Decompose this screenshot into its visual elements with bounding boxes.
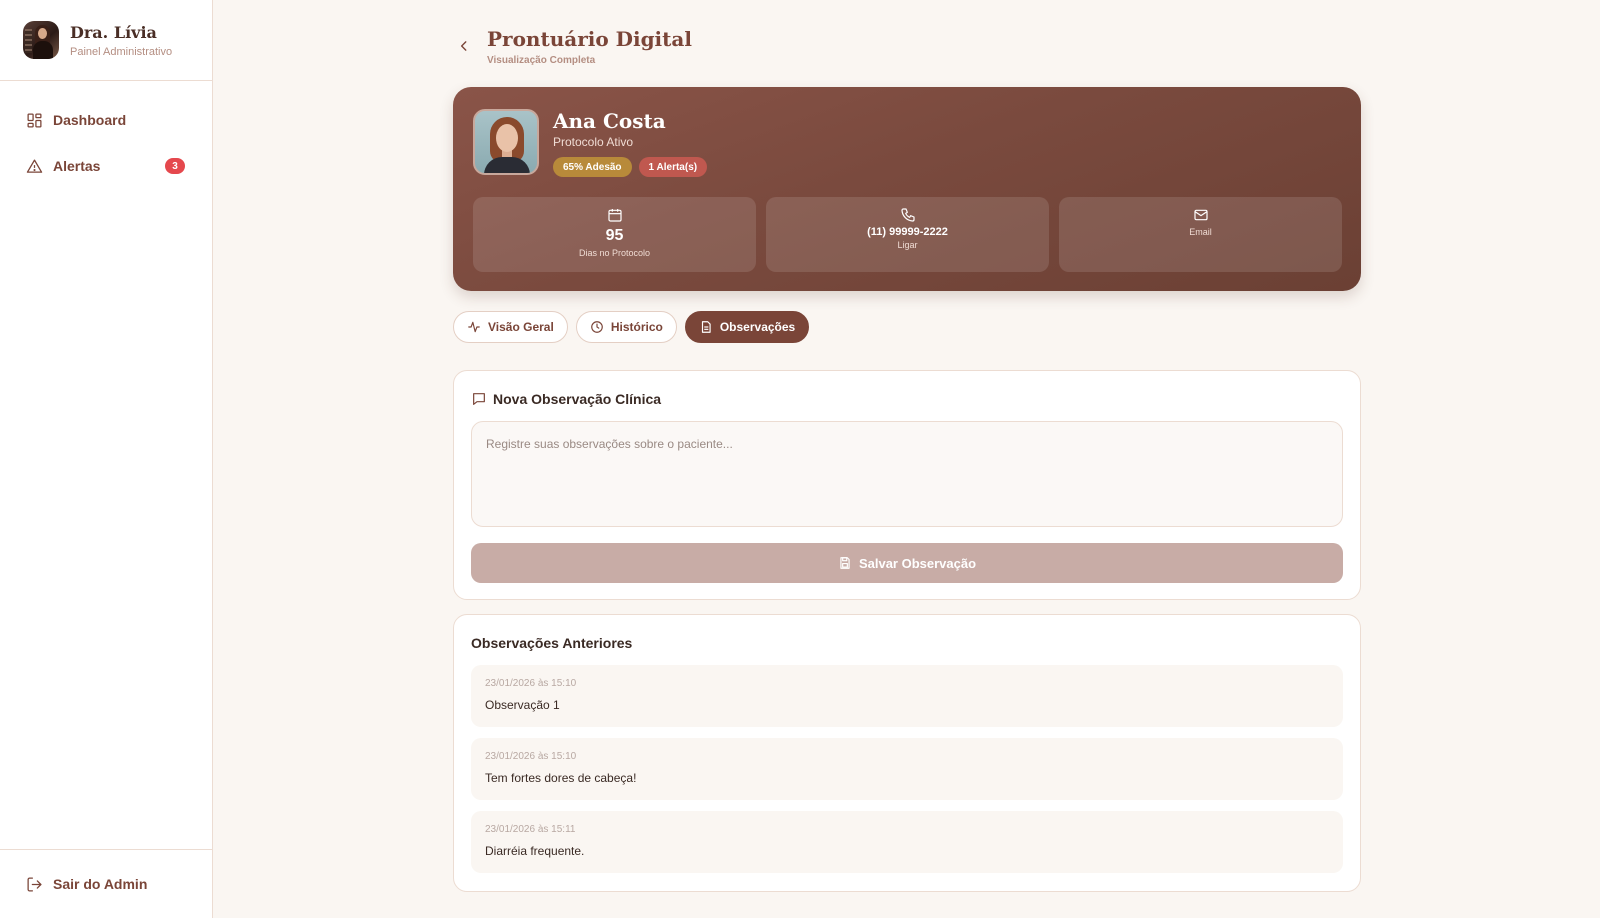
tab-observacoes[interactable]: Observações xyxy=(684,311,810,343)
note-text: Tem fortes dores de cabeça! xyxy=(485,771,637,785)
sidebar-item-label: Alertas xyxy=(53,158,101,174)
new-note-header: Nova Observação Clínica xyxy=(471,391,661,407)
email-button[interactable]: Email xyxy=(1059,197,1342,272)
logout-icon xyxy=(26,876,43,893)
note-text: Diarréia frequente. xyxy=(485,844,585,858)
list-item: 23/01/2026 às 15:10 Tem fortes dores de … xyxy=(471,738,1343,800)
list-item: 23/01/2026 às 15:10 Observação 1 xyxy=(471,665,1343,727)
chevron-left-icon xyxy=(457,39,471,58)
days-value: 95 xyxy=(605,227,624,244)
calendar-icon xyxy=(607,207,623,223)
patient-photo xyxy=(473,109,539,175)
sidebar-item-alertas[interactable]: Alertas 3 xyxy=(0,151,212,181)
mail-icon xyxy=(1193,207,1209,223)
message-icon xyxy=(471,391,487,407)
call-label: Ligar xyxy=(897,240,918,250)
page-header: Prontuário Digital Visualização Completa xyxy=(453,27,1361,72)
page-subtitle: Visualização Completa xyxy=(487,55,596,66)
tab-label: Observações xyxy=(719,320,796,334)
sidebar-item-label: Dashboard xyxy=(53,112,127,128)
tab-historico[interactable]: Histórico xyxy=(575,311,677,343)
avatar xyxy=(23,21,59,59)
save-icon xyxy=(838,556,852,570)
tab-label: Histórico xyxy=(610,320,663,334)
logout-label: Sair do Admin xyxy=(53,876,148,892)
patient-name: Ana Costa xyxy=(553,109,666,133)
note-date: 23/01/2026 às 15:10 xyxy=(485,678,577,689)
save-label: Salvar Observação xyxy=(858,555,977,571)
alerts-badge: 1 Alerta(s) xyxy=(638,157,708,177)
new-note-title: Nova Observação Clínica xyxy=(493,391,662,407)
list-item: 23/01/2026 às 15:11 Diarréia frequente. xyxy=(471,811,1343,873)
call-button[interactable]: (11) 99999-2222 Ligar xyxy=(766,197,1049,272)
previous-notes-card: Observações Anteriores 23/01/2026 às 15:… xyxy=(453,614,1361,892)
sidebar-header: Dra. Lívia Painel Administrativo xyxy=(0,0,212,81)
patient-status: Protocolo Ativo xyxy=(553,135,634,149)
clock-icon xyxy=(590,320,604,334)
sidebar-item-dashboard[interactable]: Dashboard xyxy=(0,105,212,135)
alert-triangle-icon xyxy=(26,158,43,175)
tab-visao-geral[interactable]: Visão Geral xyxy=(453,311,568,343)
sidebar-nav: Dashboard Alertas 3 xyxy=(0,81,212,181)
activity-icon xyxy=(467,320,481,334)
days-label: Dias no Protocolo xyxy=(578,248,651,258)
document-icon xyxy=(699,320,713,334)
phone-icon xyxy=(900,207,916,223)
patient-phone: (11) 99999-2222 xyxy=(867,226,948,238)
previous-notes-title: Observações Anteriores xyxy=(471,635,633,651)
patient-card: Ana Costa Protocolo Ativo 65% Adesão 1 A… xyxy=(453,87,1361,291)
sidebar-title: Dra. Lívia xyxy=(70,22,157,42)
note-date: 23/01/2026 às 15:11 xyxy=(485,824,576,835)
alert-count-badge: 3 xyxy=(165,158,185,174)
tab-bar: Visão Geral Histórico Observações xyxy=(453,311,810,343)
email-label: Email xyxy=(1189,227,1212,237)
sidebar-subtitle: Painel Administrativo xyxy=(70,45,173,58)
stat-days: 95 Dias no Protocolo xyxy=(473,197,756,272)
note-date: 23/01/2026 às 15:10 xyxy=(485,751,577,762)
save-observation-button[interactable]: Salvar Observação xyxy=(471,543,1343,583)
note-text: Observação 1 xyxy=(485,698,560,712)
adherence-badge: 65% Adesão xyxy=(553,157,632,177)
page-title: Prontuário Digital xyxy=(487,27,692,51)
previous-notes-list: 23/01/2026 às 15:10 Observação 1 23/01/2… xyxy=(471,665,1343,884)
dashboard-icon xyxy=(26,112,43,129)
tab-label: Visão Geral xyxy=(488,320,554,334)
back-button[interactable] xyxy=(453,37,475,59)
sidebar: Dra. Lívia Painel Administrativo Dashboa… xyxy=(0,0,213,918)
new-note-card: Nova Observação Clínica Salvar Observaçã… xyxy=(453,370,1361,600)
logout-button[interactable]: Sair do Admin xyxy=(0,849,212,918)
observation-textarea[interactable] xyxy=(471,421,1343,527)
patient-badges: 65% Adesão 1 Alerta(s) xyxy=(553,157,708,177)
